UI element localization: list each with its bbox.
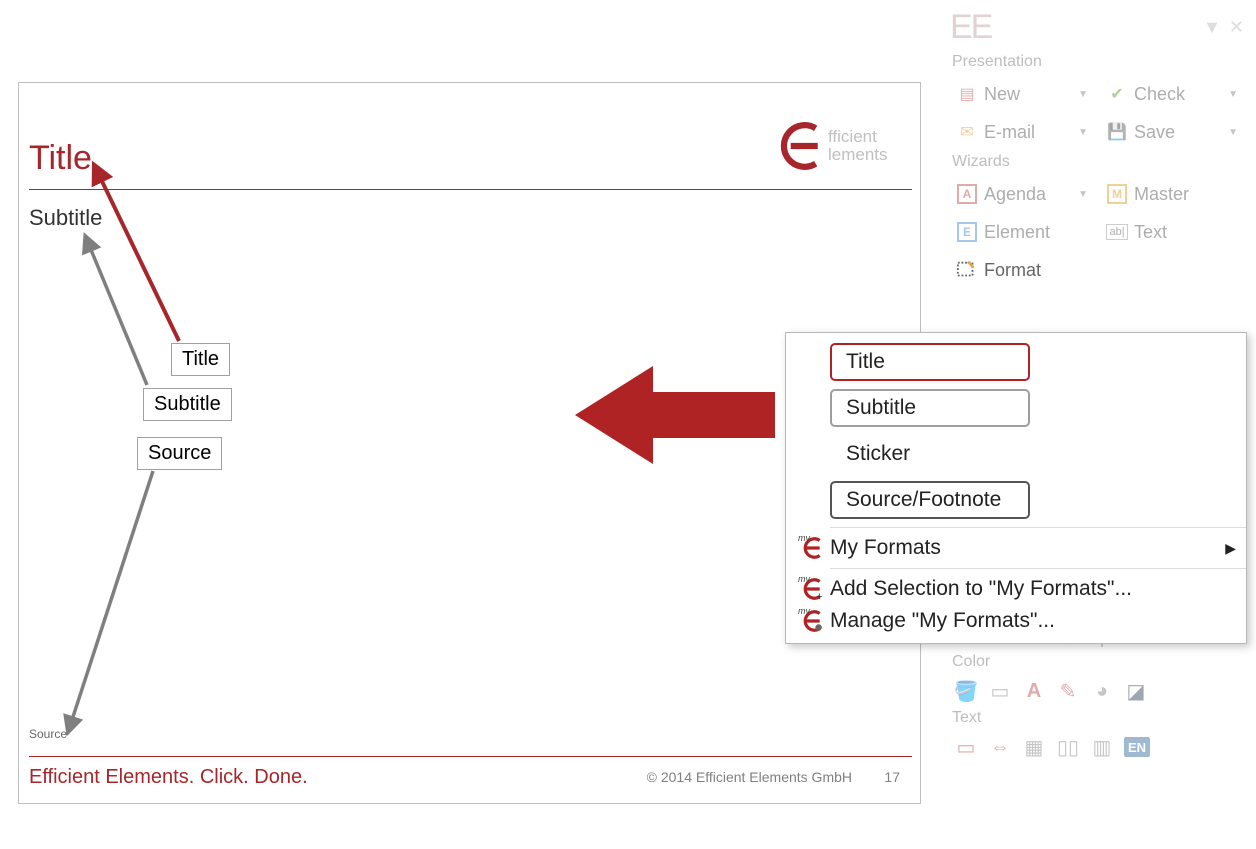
new-button[interactable]: ▤ New ▼ <box>950 77 1094 111</box>
menu-title[interactable]: Title <box>786 339 1246 385</box>
slide-title: Title <box>29 139 92 178</box>
text-toolbar: ▭ ⇔ ▦ ▯▯ ▥ EN <box>944 731 1250 763</box>
ee-logo: fficient lements <box>772 119 912 173</box>
check-icon: ✔ <box>1106 83 1128 105</box>
slide-subtitle: Subtitle <box>29 205 102 231</box>
font-color-icon[interactable]: A <box>1022 679 1046 703</box>
swatch-icon[interactable]: ◪ <box>1124 679 1148 703</box>
logo-text-bottom: lements <box>828 146 888 164</box>
svg-text:+: + <box>816 591 822 600</box>
pane-logo: EE <box>950 8 991 47</box>
master-button[interactable]: M Master <box>1100 177 1244 211</box>
submenu-arrow-icon: ▶ <box>1225 540 1236 557</box>
box-source[interactable]: Source <box>137 437 222 470</box>
menu-source[interactable]: Source/Footnote <box>786 477 1246 523</box>
chevron-down-icon: ▼ <box>1078 189 1088 200</box>
my-e-gear-icon: my <box>798 610 824 632</box>
check-button[interactable]: ✔ Check ▼ <box>1100 77 1244 111</box>
menu-add-selection[interactable]: my+ Add Selection to "My Formats"... <box>786 573 1246 605</box>
my-e-plus-icon: my+ <box>798 578 824 600</box>
columns-icon[interactable]: ▯▯ <box>1056 735 1080 759</box>
box-title[interactable]: Title <box>171 343 230 376</box>
chevron-down-icon: ▼ <box>1078 127 1088 138</box>
pane-close-icon[interactable]: ✕ <box>1229 17 1244 38</box>
new-icon: ▤ <box>956 83 978 105</box>
textbox-icon[interactable]: ▭ <box>954 735 978 759</box>
title-rule <box>29 189 912 190</box>
section-color: Color <box>944 651 1250 675</box>
section-text: Text <box>944 707 1250 731</box>
agenda-icon: A <box>956 183 978 205</box>
color-wheel-icon[interactable]: ◕ <box>1090 679 1114 703</box>
text-wizard-button[interactable]: ab| Text <box>1100 215 1244 249</box>
box-subtitle[interactable]: Subtitle <box>143 388 232 421</box>
master-icon: M <box>1106 183 1128 205</box>
email-icon: ✉ <box>956 121 978 143</box>
fill-icon[interactable]: 🪣 <box>954 679 978 703</box>
element-button[interactable]: E Element <box>950 215 1094 249</box>
wrap-icon[interactable]: ▦ <box>1022 735 1046 759</box>
source-footnote: Source <box>29 727 67 741</box>
menu-my-formats[interactable]: my My Formats ▶ <box>786 532 1246 564</box>
ee-logo-icon <box>772 120 824 172</box>
outline-icon[interactable]: ▭ <box>988 679 1012 703</box>
chevron-down-icon: ▼ <box>1078 89 1088 100</box>
align-icon[interactable]: ▥ <box>1090 735 1114 759</box>
eyedropper-icon[interactable]: ✎ <box>1056 679 1080 703</box>
email-button[interactable]: ✉ E-mail ▼ <box>950 115 1094 149</box>
text-icon: ab| <box>1106 221 1128 243</box>
language-icon[interactable]: EN <box>1124 737 1150 757</box>
save-icon: 💾 <box>1106 121 1128 143</box>
section-presentation: Presentation <box>944 51 1250 75</box>
menu-manage[interactable]: my Manage "My Formats"... <box>786 605 1246 637</box>
format-icon <box>956 259 978 281</box>
menu-sticker[interactable]: Sticker <box>786 431 1246 477</box>
format-popup-menu: Title Subtitle Sticker Source/Footnote m… <box>785 332 1247 644</box>
color-toolbar: 🪣 ▭ A ✎ ◕ ◪ <box>944 675 1250 707</box>
fit-icon[interactable]: ⇔ <box>988 735 1012 759</box>
section-wizards: Wizards <box>944 151 1250 175</box>
footer-page-number: 17 <box>884 769 900 785</box>
footer-rule <box>29 756 912 757</box>
element-icon: E <box>956 221 978 243</box>
my-e-icon: my <box>798 537 824 559</box>
chevron-down-icon: ▼ <box>1228 89 1238 100</box>
footer-copyright: © 2014 Efficient Elements GmbH <box>647 769 852 785</box>
footer-tagline: Efficient Elements. Click. Done. <box>29 766 308 789</box>
save-button[interactable]: 💾 Save ▼ <box>1100 115 1244 149</box>
format-button[interactable]: Format <box>950 253 1100 287</box>
logo-text-top: fficient <box>828 128 888 146</box>
chevron-down-icon: ▼ <box>1228 127 1238 138</box>
agenda-button[interactable]: A Agenda ▼ <box>950 177 1094 211</box>
menu-subtitle[interactable]: Subtitle <box>786 385 1246 431</box>
pane-options-icon[interactable]: ▼ <box>1203 17 1221 38</box>
